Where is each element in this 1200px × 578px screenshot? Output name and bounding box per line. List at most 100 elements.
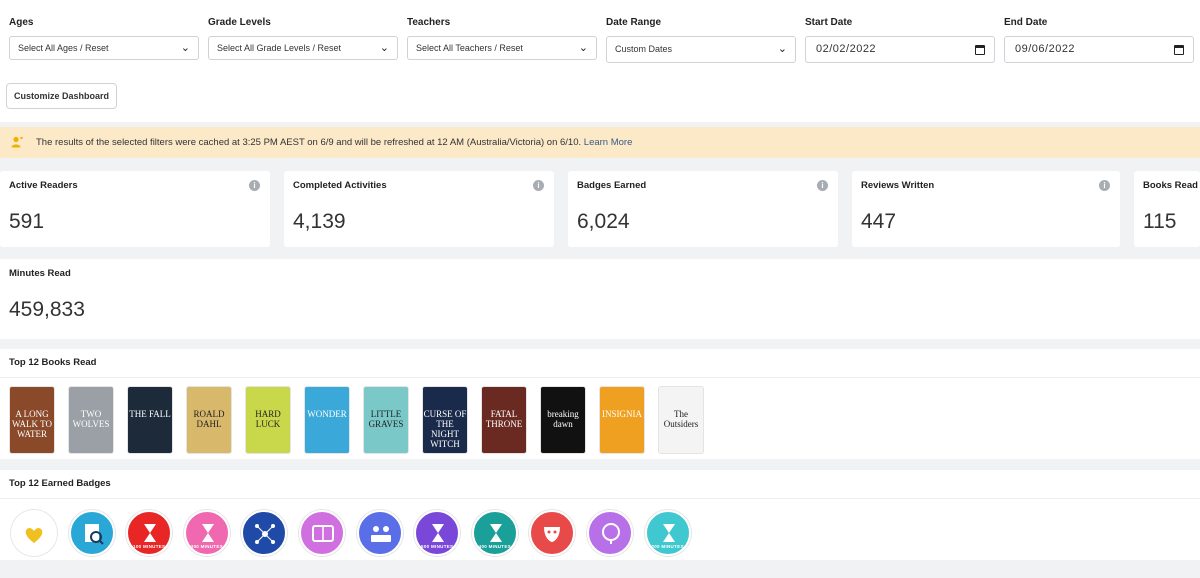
book-cover[interactable]: The Outsiders — [658, 386, 704, 454]
calendar-icon[interactable] — [1174, 45, 1184, 55]
info-icon[interactable]: i — [249, 180, 260, 191]
calendar-icon[interactable] — [975, 45, 985, 55]
book-cover[interactable]: A LONG WALK TO WATER — [9, 386, 55, 454]
book-cover-title: INSIGNIA — [602, 409, 642, 419]
reviews-written-value: 447 — [861, 210, 897, 233]
date-range-select[interactable]: Custom Dates ⌄ — [606, 36, 796, 63]
date-range-label: Date Range — [606, 17, 662, 28]
chevron-down-icon: ⌄ — [379, 42, 389, 54]
grade-levels-select[interactable]: Select All Grade Levels / Reset ⌄ — [208, 36, 398, 60]
network-icon — [255, 524, 276, 544]
book-cover[interactable]: THE FALL — [127, 386, 173, 454]
book-cover[interactable]: WONDER — [304, 386, 350, 454]
books-read-label: Books Read — [1143, 180, 1198, 191]
cache-notice-banner: The results of the selected filters were… — [0, 127, 1200, 158]
mask-icon — [544, 527, 561, 542]
book-cover-title: TWO WOLVES — [72, 409, 110, 429]
grade-levels-label: Grade Levels — [208, 17, 271, 28]
top-badges-section: Top 12 Earned Badges 100 MINUTES 300 MINU… — [0, 470, 1200, 560]
book-icon — [312, 525, 334, 542]
reviews-written-label: Reviews Written — [861, 180, 935, 191]
book-cover-title: CURSE OF THE NIGHT WITCH — [423, 409, 467, 449]
chevron-down-icon: ⌄ — [777, 43, 787, 55]
book-cover-title: FATAL THRONE — [485, 409, 523, 429]
ages-label: Ages — [9, 17, 34, 28]
book-cover[interactable]: HARD LUCK — [245, 386, 291, 454]
earned-badge[interactable]: 400 MINUTES — [471, 510, 518, 556]
badge-caption: 200 MINUTES — [651, 544, 684, 549]
info-icon[interactable]: i — [1099, 180, 1110, 191]
date-range-filter: Date Range Custom Dates ⌄ — [606, 16, 796, 63]
active-readers-value: 591 — [9, 210, 45, 233]
date-range-select-value: Custom Dates — [615, 44, 673, 54]
ages-select[interactable]: Select All Ages / Reset ⌄ — [9, 36, 199, 60]
cache-notice-message: The results of the selected filters were… — [36, 137, 582, 148]
badge-caption: 500 MINUTES — [421, 544, 454, 549]
book-cover[interactable]: TWO WOLVES — [68, 386, 114, 454]
teachers-select[interactable]: Select All Teachers / Reset ⌄ — [407, 36, 597, 60]
learn-more-link[interactable]: Learn More — [584, 137, 633, 148]
ages-select-value: Select All Ages / Reset — [18, 43, 109, 53]
cache-notice-text: The results of the selected filters were… — [36, 127, 632, 158]
book-cover[interactable]: ROALD DAHL — [186, 386, 232, 454]
readers-icon — [370, 526, 391, 542]
earned-badge[interactable] — [11, 510, 57, 556]
book-cover[interactable]: breaking dawn — [540, 386, 586, 454]
info-icon[interactable]: i — [533, 180, 544, 191]
active-readers-label: Active Readers — [9, 180, 78, 191]
hourglass-icon — [201, 524, 214, 542]
start-date-input[interactable]: 02/02/2022 — [805, 36, 995, 63]
reviews-written-card: Reviews Written i 447 — [852, 171, 1120, 247]
book-cover-title: The Outsiders — [663, 409, 699, 429]
book-cover[interactable]: FATAL THRONE — [481, 386, 527, 454]
completed-activities-label: Completed Activities — [293, 180, 387, 191]
hourglass-icon — [662, 524, 675, 542]
filters-bar: Ages Select All Ages / Reset ⌄ Grade Lev… — [0, 0, 1200, 122]
book-cover[interactable]: INSIGNIA — [599, 386, 645, 454]
earned-badge[interactable]: 500 MINUTES — [414, 510, 461, 556]
top-badges-title: Top 12 Earned Badges — [9, 478, 111, 489]
info-icon[interactable]: i — [817, 180, 828, 191]
book-cover[interactable]: CURSE OF THE NIGHT WITCH — [422, 386, 468, 454]
book-cover-title: LITTLE GRAVES — [368, 409, 404, 429]
heart-icon — [25, 527, 43, 543]
earned-badge[interactable] — [356, 510, 403, 556]
end-date-value: 09/06/2022 — [1015, 43, 1076, 55]
earned-badge[interactable]: 200 MINUTES — [644, 510, 691, 556]
earned-badge[interactable] — [587, 510, 633, 556]
chevron-down-icon: ⌄ — [180, 42, 190, 54]
minutes-read-card: Minutes Read 459,833 — [0, 259, 1200, 339]
badge-caption: 400 MINUTES — [478, 544, 511, 549]
badge-caption: 300 MINUTES — [190, 544, 223, 549]
earned-badge[interactable]: 300 MINUTES — [183, 510, 230, 556]
teachers-filter: Teachers Select All Teachers / Reset ⌄ — [407, 16, 597, 60]
earned-badge[interactable]: 100 MINUTES — [126, 510, 173, 556]
earned-badge[interactable] — [529, 510, 576, 556]
book-cover-title: ROALD DAHL — [193, 409, 225, 429]
earned-badge[interactable] — [241, 510, 288, 556]
hourglass-icon — [489, 524, 502, 542]
books-read-value: 115 — [1143, 210, 1177, 233]
book-cover-title: THE FALL — [129, 409, 171, 419]
badges-earned-label: Badges Earned — [577, 180, 647, 191]
grade-levels-select-value: Select All Grade Levels / Reset — [217, 43, 342, 53]
end-date-input[interactable]: 09/06/2022 — [1004, 36, 1194, 63]
ages-filter: Ages Select All Ages / Reset ⌄ — [9, 16, 199, 60]
start-date-label: Start Date — [805, 17, 853, 28]
book-cover-title: WONDER — [307, 409, 347, 419]
teachers-label: Teachers — [407, 17, 451, 28]
magnifier-icon — [84, 524, 104, 545]
section-divider — [0, 377, 1200, 378]
hourglass-icon — [432, 524, 445, 542]
book-cover-title: breaking dawn — [547, 409, 579, 429]
earned-badge[interactable] — [299, 510, 345, 556]
active-readers-card: Active Readers i 591 — [0, 171, 270, 247]
start-date-filter: Start Date 02/02/2022 — [805, 16, 995, 63]
customize-dashboard-button[interactable]: Customize Dashboard — [6, 83, 117, 109]
earned-badge[interactable] — [68, 510, 115, 556]
end-date-filter: End Date 09/06/2022 — [1004, 16, 1194, 63]
book-cover-title: A LONG WALK TO WATER — [12, 409, 52, 439]
badges-earned-card: Badges Earned i 6,024 — [568, 171, 838, 247]
book-cover[interactable]: LITTLE GRAVES — [363, 386, 409, 454]
hourglass-icon — [144, 524, 157, 542]
